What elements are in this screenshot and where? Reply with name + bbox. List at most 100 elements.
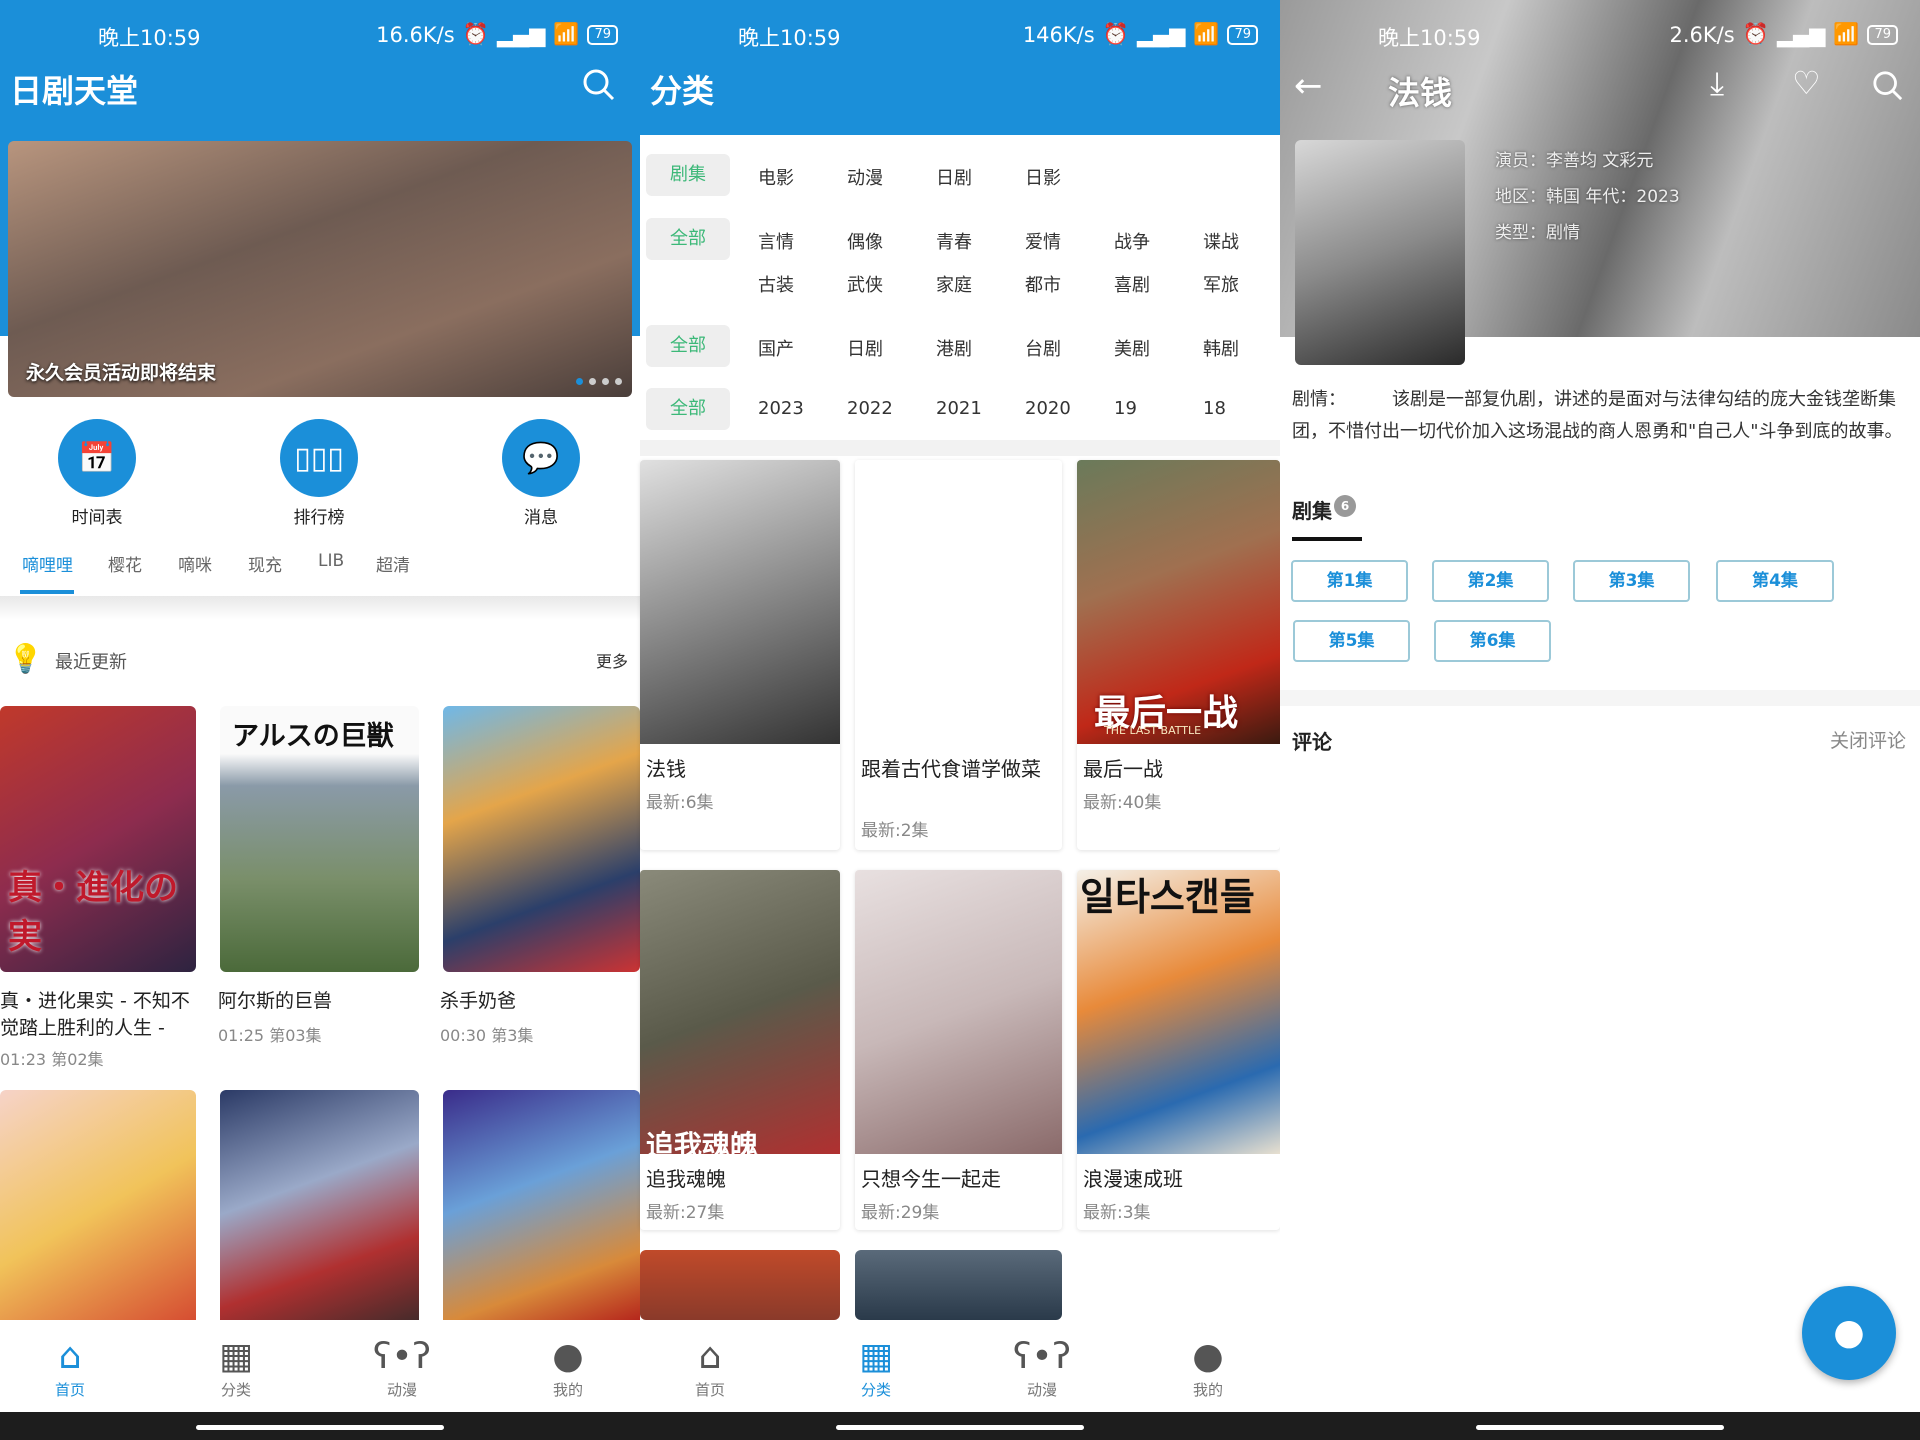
tab-chaoqing[interactable]: 超清 xyxy=(376,551,410,576)
filter-chip-selected[interactable]: 剧集 xyxy=(646,154,730,196)
lightbulb-icon: 💡 xyxy=(8,642,43,675)
filter-option[interactable]: 言情 xyxy=(758,228,794,254)
status-bar: 晚上10:59 16.6K/s ⏰ ▂▄▆ 📶 79 xyxy=(0,22,640,52)
anime-meta: 01:23 第02集 xyxy=(0,1050,104,1069)
dot[interactable] xyxy=(576,378,583,385)
anime-poster[interactable] xyxy=(443,1090,640,1330)
episode-button[interactable]: 第4集 xyxy=(1716,560,1834,602)
drama-poster[interactable] xyxy=(640,1250,840,1320)
back-arrow-icon[interactable]: ← xyxy=(1294,66,1323,106)
alarm-icon: ⏰ xyxy=(462,22,489,46)
episode-button[interactable]: 第6集 xyxy=(1434,620,1551,662)
filter-option[interactable]: 日影 xyxy=(1025,164,1061,190)
filter-option[interactable]: 战争 xyxy=(1114,228,1150,254)
filter-option[interactable]: 武侠 xyxy=(847,271,883,297)
comment-fab[interactable]: ● xyxy=(1802,1286,1896,1380)
filter-option[interactable]: 19 xyxy=(1114,398,1137,419)
drama-poster[interactable] xyxy=(640,870,840,1154)
filter-option[interactable]: 家庭 xyxy=(936,271,972,297)
grid-icon: ▦ xyxy=(858,1336,893,1377)
filter-chip-selected[interactable]: 全部 xyxy=(646,218,730,260)
filter-option[interactable]: 军旅 xyxy=(1203,271,1239,297)
anime-poster[interactable] xyxy=(443,706,640,972)
anime-poster[interactable]: アルスの巨獣 xyxy=(220,706,419,972)
filter-option[interactable]: 2023 xyxy=(758,398,804,419)
filter-chip-selected[interactable]: 全部 xyxy=(646,388,730,430)
filter-option[interactable]: 日剧 xyxy=(936,164,972,190)
message-button[interactable]: 💬 xyxy=(502,419,580,497)
home-indicator[interactable] xyxy=(1476,1425,1724,1430)
tab-dimi[interactable]: 嘀咪 xyxy=(178,551,212,576)
filter-option[interactable]: 电影 xyxy=(758,164,794,190)
filter-option[interactable]: 台剧 xyxy=(1025,335,1061,361)
dot[interactable] xyxy=(602,378,609,385)
tab-xianchong[interactable]: 现充 xyxy=(248,551,282,576)
filter-option[interactable]: 谍战 xyxy=(1203,228,1239,254)
episode-button[interactable]: 第2集 xyxy=(1432,560,1549,602)
filter-option[interactable]: 古装 xyxy=(758,271,794,297)
drama-poster[interactable] xyxy=(640,460,840,744)
banner-carousel[interactable]: 永久会员活动即将结束 xyxy=(8,141,632,397)
heart-icon[interactable]: ♡ xyxy=(1792,64,1821,102)
anime-poster[interactable] xyxy=(220,1090,419,1330)
drama-poster[interactable] xyxy=(855,870,1062,1154)
download-icon[interactable]: ⤓ xyxy=(1710,64,1724,103)
nav-home[interactable]: ⌂ 首页 xyxy=(20,1335,120,1400)
anime-title[interactable]: 杀手奶爸 xyxy=(440,988,516,1015)
nav-category[interactable]: ▦ 分类 xyxy=(186,1335,286,1400)
drama-card[interactable]: 只想今生一起走 最新:29集 xyxy=(855,870,1062,1230)
episode-button[interactable]: 第5集 xyxy=(1293,620,1410,662)
drama-card[interactable]: 追我魂魄 最新:27集 xyxy=(640,870,840,1230)
drama-card[interactable]: 法钱 最新:6集 xyxy=(640,460,840,850)
carousel-dots[interactable] xyxy=(576,378,622,385)
nav-me[interactable]: ● 我的 xyxy=(518,1335,618,1400)
filter-option[interactable]: 都市 xyxy=(1025,271,1061,297)
close-comments-button[interactable]: 关闭评论 xyxy=(1830,726,1906,753)
filter-option[interactable]: 18 xyxy=(1203,398,1226,419)
tab-dilidili[interactable]: 嘀哩哩 xyxy=(22,551,73,576)
tab-yinghua[interactable]: 樱花 xyxy=(108,551,142,576)
poster-logo: 追我魂魄 xyxy=(646,1129,759,1162)
filter-option[interactable]: 青春 xyxy=(936,228,972,254)
anime-title[interactable]: 阿尔斯的巨兽 xyxy=(218,988,332,1015)
dot[interactable] xyxy=(589,378,596,385)
ranking-button[interactable]: ▯▯▯ xyxy=(280,419,358,497)
filter-chip-selected[interactable]: 全部 xyxy=(646,325,730,367)
anime-poster[interactable] xyxy=(0,1090,196,1330)
home-indicator[interactable] xyxy=(836,1425,1084,1430)
nav-anime[interactable]: ʕ•ʔ 动漫 xyxy=(992,1335,1092,1400)
drama-card[interactable]: 跟着古代食谱学做菜 最新:2集 xyxy=(855,460,1062,850)
filter-option[interactable]: 韩剧 xyxy=(1203,335,1239,361)
drama-card[interactable]: 浪漫速成班 最新:3集 xyxy=(1077,870,1280,1230)
more-link[interactable]: 更多 xyxy=(596,648,628,672)
nav-home[interactable]: ⌂ 首页 xyxy=(660,1335,760,1400)
filter-option[interactable]: 喜剧 xyxy=(1114,271,1150,297)
tab-lib[interactable]: LIB xyxy=(318,551,344,571)
nav-category[interactable]: ▦ 分类 xyxy=(826,1335,926,1400)
nav-anime[interactable]: ʕ•ʔ 动漫 xyxy=(352,1335,452,1400)
anime-poster[interactable]: 真・進化の実 xyxy=(0,706,196,972)
nav-me[interactable]: ● 我的 xyxy=(1158,1335,1258,1400)
tab-episodes[interactable]: 剧集 6 xyxy=(1292,495,1356,524)
schedule-button[interactable]: 📅 xyxy=(58,419,136,497)
filter-option[interactable]: 偶像 xyxy=(847,228,883,254)
search-icon[interactable] xyxy=(1872,70,1904,106)
drama-poster[interactable] xyxy=(855,1250,1062,1320)
drama-card[interactable]: 最后一战 最新:40集 xyxy=(1077,460,1280,850)
filter-option[interactable]: 动漫 xyxy=(847,164,883,190)
filter-option[interactable]: 2022 xyxy=(847,398,893,419)
home-indicator[interactable] xyxy=(196,1425,444,1430)
filter-option[interactable]: 港剧 xyxy=(936,335,972,361)
episode-button[interactable]: 第1集 xyxy=(1291,560,1408,602)
anime-title[interactable]: 真・进化果实 - 不知不觉踏上胜利的人生 - xyxy=(0,988,196,1042)
filter-option[interactable]: 2021 xyxy=(936,398,982,419)
dot[interactable] xyxy=(615,378,622,385)
filter-option[interactable]: 爱情 xyxy=(1025,228,1061,254)
filter-option[interactable]: 美剧 xyxy=(1114,335,1150,361)
search-icon[interactable] xyxy=(582,68,616,110)
filter-option[interactable]: 日剧 xyxy=(847,335,883,361)
filter-option[interactable]: 2020 xyxy=(1025,398,1071,419)
episode-button[interactable]: 第3集 xyxy=(1573,560,1690,602)
filter-option[interactable]: 国产 xyxy=(758,335,794,361)
drama-poster[interactable] xyxy=(855,460,1062,744)
